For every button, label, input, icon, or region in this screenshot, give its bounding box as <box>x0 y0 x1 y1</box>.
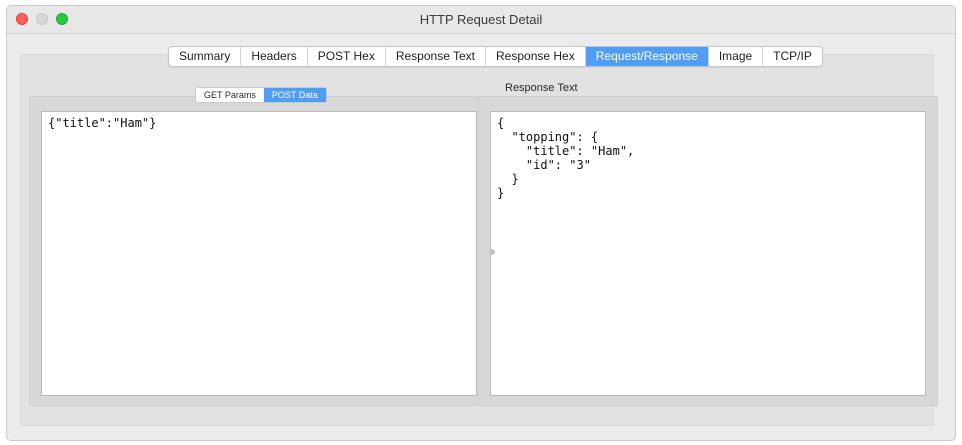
tab-tcp-ip[interactable]: TCP/IP <box>763 47 822 66</box>
title-bar: HTTP Request Detail <box>7 6 955 34</box>
tab-summary[interactable]: Summary <box>169 47 242 66</box>
subtab-get-params[interactable]: GET Params <box>196 88 264 102</box>
request-pane: {"title":"Ham"} <box>29 96 489 406</box>
response-text-textarea[interactable]: { "topping": { "title": "Ham", "id": "3"… <box>490 111 926 396</box>
window-title: HTTP Request Detail <box>419 12 543 27</box>
tab-post-hex[interactable]: POST Hex <box>308 47 386 66</box>
response-pane: { "topping": { "title": "Ham", "id": "3"… <box>478 96 938 406</box>
tab-response-hex[interactable]: Response Hex <box>486 47 586 66</box>
subtab-post-data[interactable]: POST Data <box>263 88 326 102</box>
split-view-handle[interactable] <box>489 249 495 255</box>
tab-image[interactable]: Image <box>709 47 764 66</box>
tab-request-response[interactable]: Request/Response <box>585 47 709 66</box>
response-text-label: Response Text <box>505 82 578 94</box>
request-subtab-bar: GET Params POST Data <box>195 87 327 103</box>
detail-tab-bar: Summary Headers POST Hex Response Text R… <box>168 46 823 67</box>
tab-response-text[interactable]: Response Text <box>386 47 487 66</box>
tab-headers[interactable]: Headers <box>241 47 308 66</box>
post-data-textarea[interactable]: {"title":"Ham"} <box>41 111 477 396</box>
